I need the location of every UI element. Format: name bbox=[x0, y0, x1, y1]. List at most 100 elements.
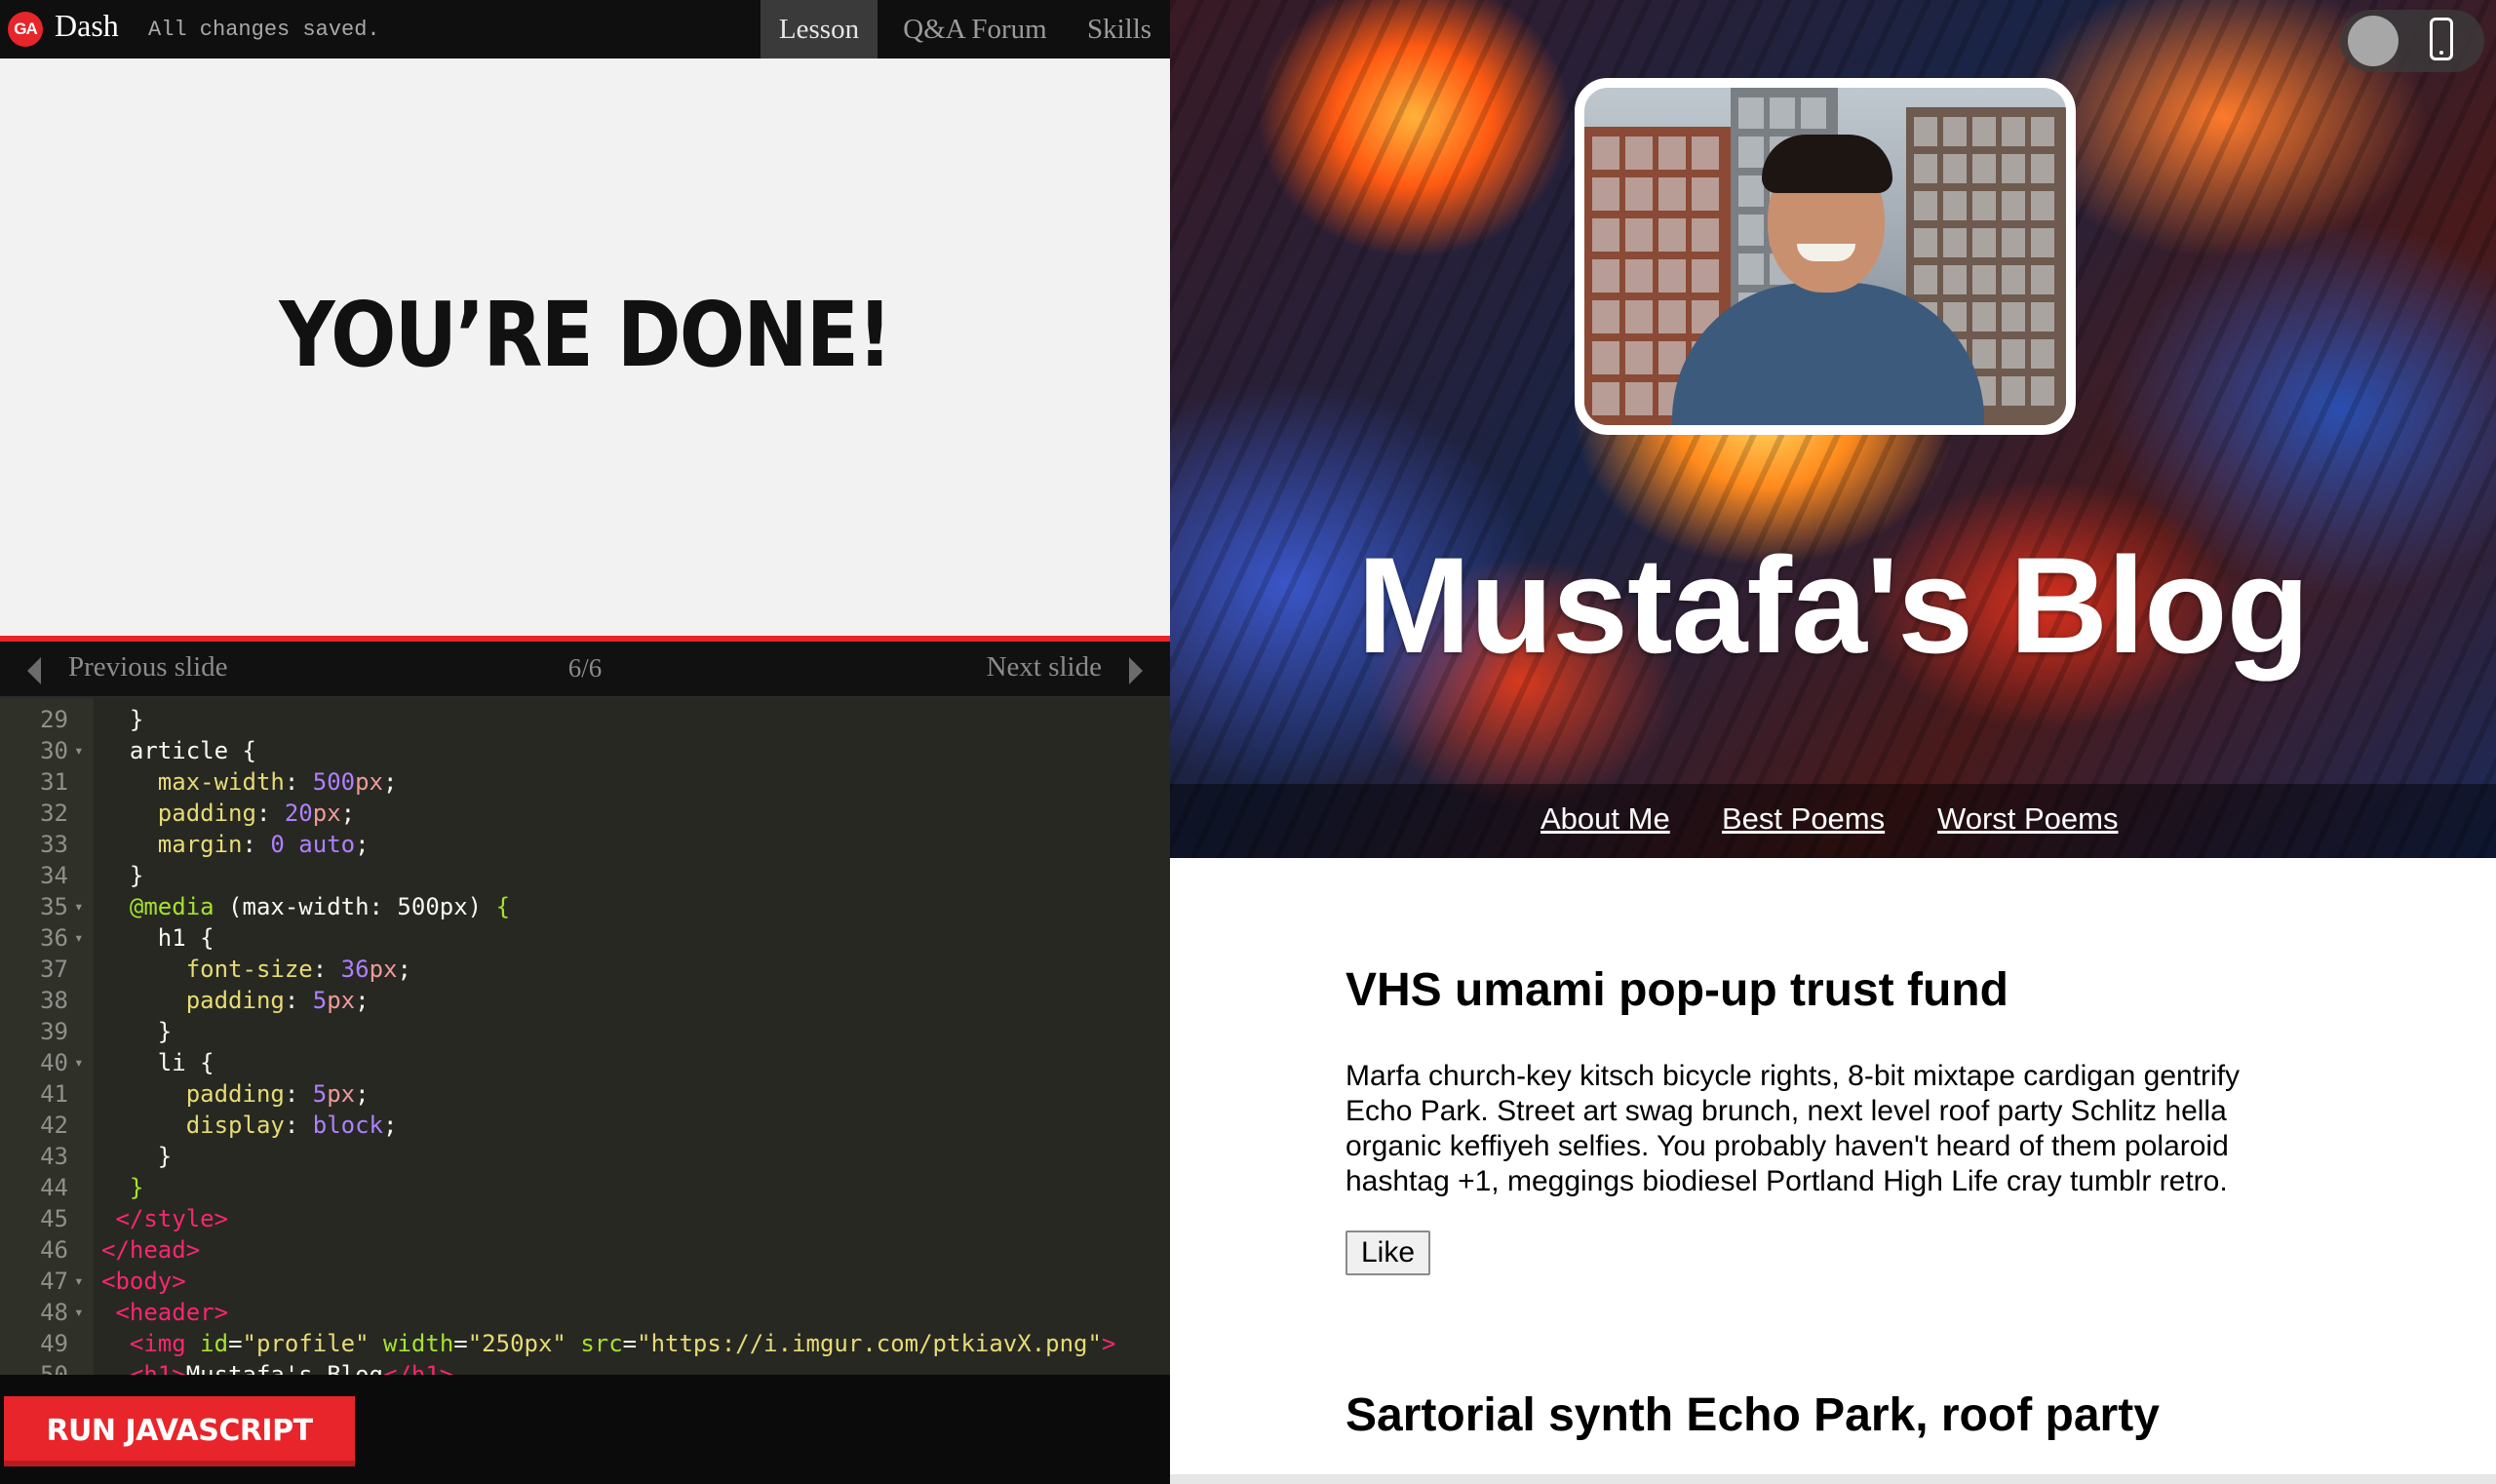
building-window bbox=[2031, 154, 2054, 183]
tab-skills[interactable]: Skills bbox=[1072, 0, 1166, 59]
horizontal-scrollbar[interactable] bbox=[1170, 1474, 2496, 1484]
code-token: 5 bbox=[312, 1080, 328, 1108]
code-line[interactable]: 46 </head> bbox=[0, 1234, 1170, 1266]
building-window bbox=[1592, 218, 1619, 252]
code-line[interactable]: 49 <img id="profile" width="250px" src="… bbox=[0, 1328, 1170, 1359]
person-smile bbox=[1797, 244, 1855, 261]
building-window bbox=[1592, 259, 1619, 293]
building-window bbox=[1692, 137, 1719, 170]
code-line[interactable]: 34 } bbox=[0, 860, 1170, 891]
building-window bbox=[2002, 228, 2025, 257]
building-window bbox=[2031, 117, 2054, 146]
line-number: 42 bbox=[40, 1112, 68, 1139]
code-line[interactable]: 39 } bbox=[0, 1016, 1170, 1047]
building-window bbox=[1943, 228, 1967, 257]
line-number: 41 bbox=[40, 1080, 68, 1108]
line-number: 31 bbox=[40, 768, 68, 796]
code-token: block bbox=[312, 1112, 383, 1139]
nav-link-about-me[interactable]: About Me bbox=[1540, 801, 1670, 837]
building-window bbox=[1625, 177, 1653, 211]
building-window bbox=[2031, 191, 2054, 220]
ga-logo-icon[interactable]: GA bbox=[8, 12, 43, 47]
code-text: padding: 5px; bbox=[101, 985, 370, 1016]
code-token: 5 bbox=[312, 987, 328, 1014]
fold-arrow-icon[interactable]: ▾ bbox=[74, 922, 84, 954]
code-token: padding bbox=[101, 987, 285, 1014]
line-number: 34 bbox=[40, 862, 68, 889]
code-line[interactable]: 40 ▾ li { bbox=[0, 1047, 1170, 1078]
code-token: px bbox=[312, 800, 341, 827]
fold-arrow-icon[interactable]: ▾ bbox=[74, 891, 84, 922]
code-line[interactable]: 35 ▾ @media (max-width: 500px) { bbox=[0, 891, 1170, 922]
code-token: <body> bbox=[101, 1268, 186, 1295]
code-line[interactable]: 45 </style> bbox=[0, 1203, 1170, 1234]
code-line[interactable]: 48 ▾ <header> bbox=[0, 1297, 1170, 1328]
code-token: <img bbox=[101, 1330, 201, 1357]
code-line[interactable]: 32 padding: 20px; bbox=[0, 798, 1170, 829]
building-window bbox=[2031, 339, 2054, 369]
code-line[interactable]: 37 font-size: 36px; bbox=[0, 954, 1170, 985]
line-number: 48 bbox=[40, 1299, 68, 1326]
fold-arrow-icon[interactable]: ▾ bbox=[74, 1266, 84, 1297]
code-editor[interactable]: 29 } 30 ▾ article {31 max-width: 500px; 32 … bbox=[0, 698, 1170, 1375]
code-line[interactable]: 36 ▾ h1 { bbox=[0, 922, 1170, 954]
nav-link-best-poems[interactable]: Best Poems bbox=[1722, 801, 1885, 837]
triangle-left-icon[interactable] bbox=[27, 657, 41, 684]
code-text: li { bbox=[101, 1047, 214, 1078]
code-token: px bbox=[327, 987, 356, 1014]
code-token: font-size bbox=[101, 956, 313, 983]
code-line[interactable]: 41 padding: 5px; bbox=[0, 1078, 1170, 1110]
code-token: } bbox=[101, 862, 144, 889]
code-line[interactable]: 50 <h1>Mustafa's Blog</h1> bbox=[0, 1359, 1170, 1375]
building-window bbox=[1592, 137, 1619, 170]
line-number: 30 bbox=[40, 737, 68, 764]
building-window bbox=[1592, 177, 1619, 211]
triangle-right-icon[interactable] bbox=[1129, 657, 1143, 684]
fold-arrow-icon[interactable]: ▾ bbox=[74, 1297, 84, 1328]
line-number: 35 bbox=[40, 893, 68, 920]
building-window bbox=[1658, 218, 1686, 252]
code-line[interactable]: 31 max-width: 500px; bbox=[0, 766, 1170, 798]
building-window bbox=[1658, 177, 1686, 211]
code-text: <h1>Mustafa's Blog</h1> bbox=[101, 1359, 453, 1375]
mobile-device-icon[interactable] bbox=[2430, 18, 2453, 60]
code-line[interactable]: 44 } bbox=[0, 1172, 1170, 1203]
code-line[interactable]: 38 padding: 5px; bbox=[0, 985, 1170, 1016]
code-token: "https://i.imgur.com/ptkiavX.png" bbox=[637, 1330, 1102, 1357]
code-line[interactable]: 33 margin: 0 auto; bbox=[0, 829, 1170, 860]
code-token: : bbox=[312, 956, 341, 983]
preview-device-toggle[interactable] bbox=[2340, 10, 2484, 72]
code-token: max-width bbox=[101, 768, 285, 796]
code-token: article { bbox=[101, 737, 256, 764]
fold-arrow-icon[interactable]: ▾ bbox=[74, 1047, 84, 1078]
run-javascript-button[interactable]: RUN JAVASCRIPT bbox=[4, 1396, 355, 1466]
previous-slide-button[interactable]: Previous slide bbox=[68, 651, 228, 683]
toggle-circle[interactable] bbox=[2348, 16, 2398, 66]
code-token: = bbox=[228, 1330, 243, 1357]
building-window bbox=[1738, 137, 1764, 168]
building-window bbox=[1692, 218, 1719, 252]
code-token: @media bbox=[101, 893, 214, 920]
building-window bbox=[1625, 341, 1653, 374]
slide-area: YOU’RE DONE! bbox=[0, 59, 1170, 636]
code-line[interactable]: 47 ▾ <body> bbox=[0, 1266, 1170, 1297]
code-token: : bbox=[255, 800, 285, 827]
code-line[interactable]: 30 ▾ article { bbox=[0, 735, 1170, 766]
line-number: 46 bbox=[40, 1236, 68, 1264]
code-token: ; bbox=[355, 1080, 370, 1108]
code-token: 0 auto bbox=[270, 831, 356, 858]
code-line[interactable]: 29 } bbox=[0, 704, 1170, 735]
fold-arrow-icon[interactable]: ▾ bbox=[74, 735, 84, 766]
code-line[interactable]: 42 display: block; bbox=[0, 1110, 1170, 1141]
code-token: ; bbox=[383, 768, 398, 796]
nav-link-worst-poems[interactable]: Worst Poems bbox=[1937, 801, 2118, 837]
like-button[interactable]: Like bbox=[1346, 1230, 1431, 1275]
building-window bbox=[1972, 265, 1996, 294]
next-slide-button[interactable]: Next slide bbox=[987, 651, 1102, 683]
tab-lesson[interactable]: Lesson bbox=[760, 0, 878, 59]
code-token: } bbox=[101, 1143, 173, 1170]
code-line[interactable]: 43 } bbox=[0, 1141, 1170, 1172]
code-token: > bbox=[1101, 1330, 1116, 1357]
building-window bbox=[1914, 265, 1937, 294]
tab-qa-forum[interactable]: Q&A Forum bbox=[889, 0, 1061, 59]
